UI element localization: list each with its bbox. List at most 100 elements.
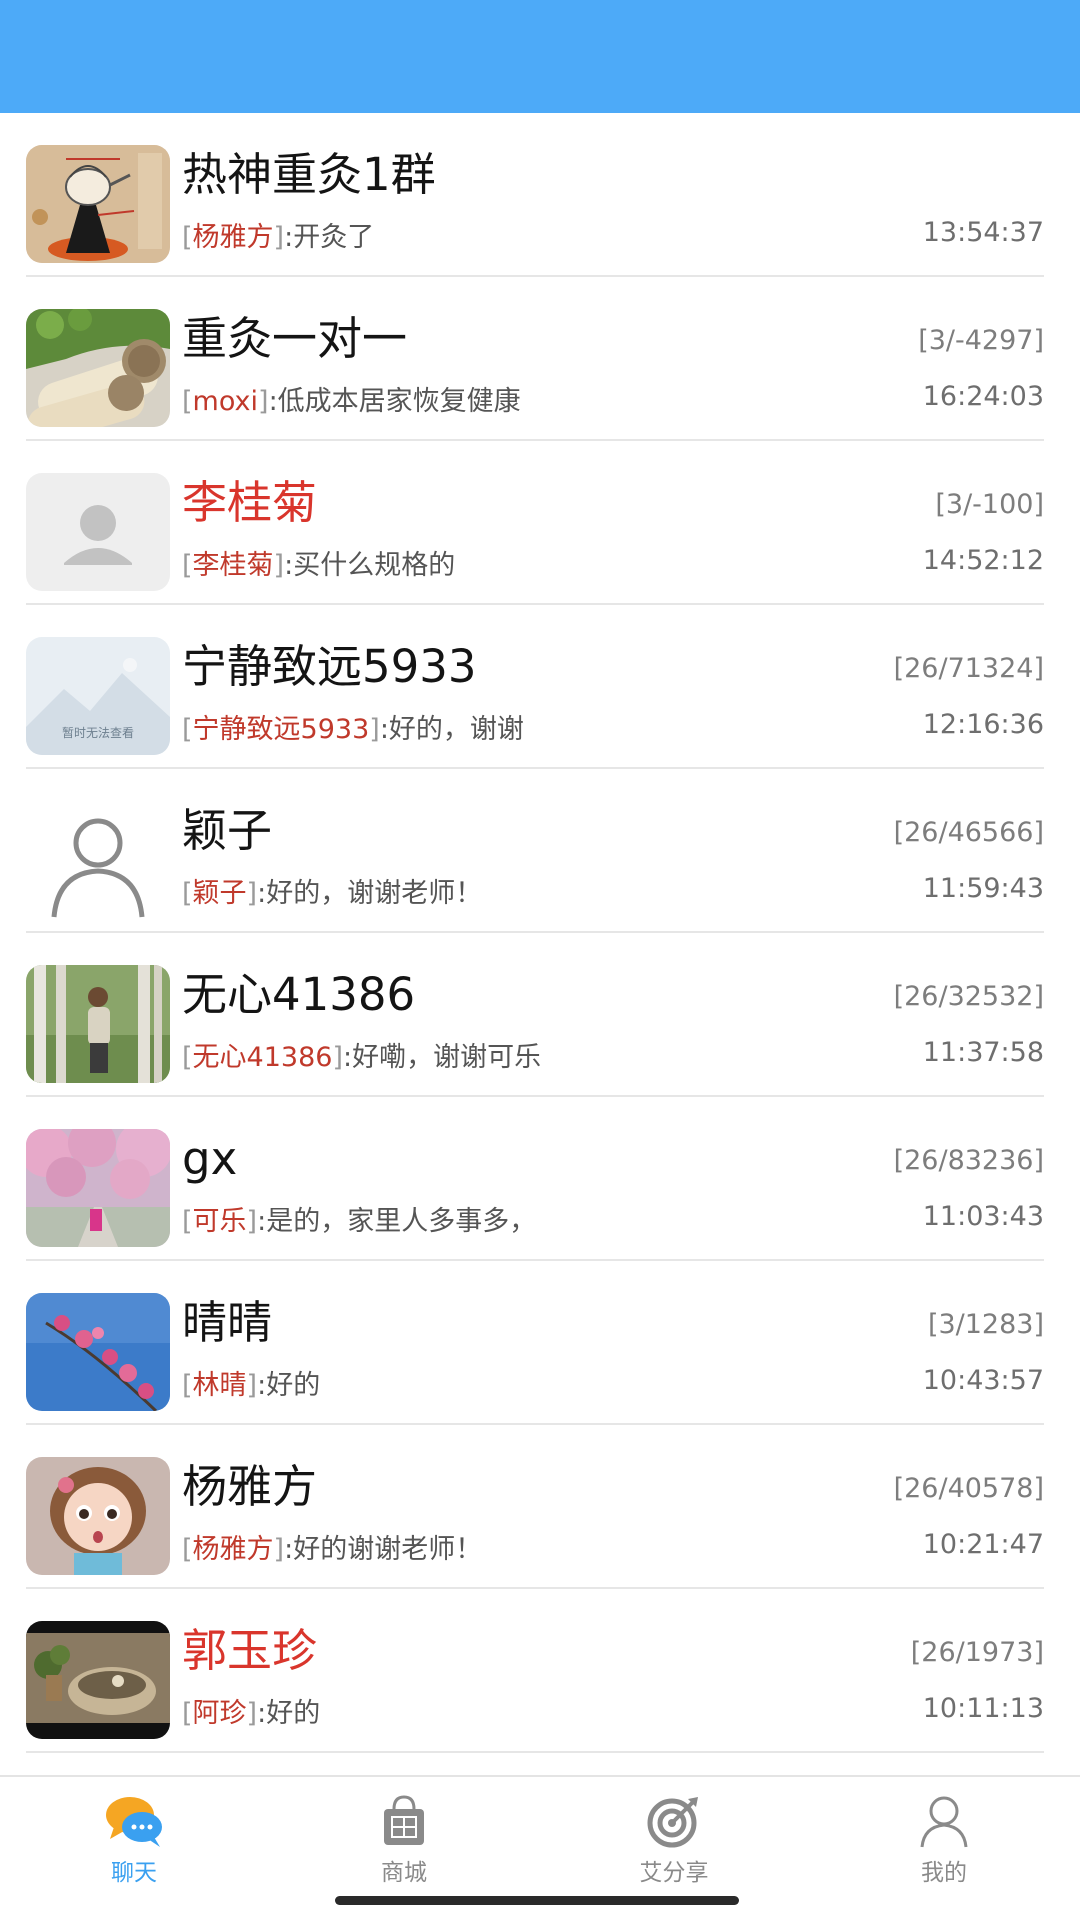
unread-count: [3/-100] [935, 489, 1044, 520]
tab-label: 商城 [381, 1860, 427, 1886]
message-text: :开灸了 [284, 222, 375, 253]
image-unavailable-icon: 暂时无法查看 [26, 637, 170, 755]
unread-count: [26/71324] [893, 653, 1044, 684]
chat-name: 颖子 [182, 804, 273, 857]
chat-avatar[interactable] [26, 801, 170, 919]
message-text: :好的，谢谢老师！ [257, 878, 483, 909]
woman-in-birch-forest-image [26, 965, 170, 1083]
chat-row[interactable]: 杨雅方 [杨雅方]:好的谢谢老师！ [26/40578] 10:21:47 [0, 1425, 1080, 1589]
message-sender: moxi [192, 386, 259, 417]
chat-name: 重灸一对一 [182, 312, 408, 365]
cherry-blossom-path-image [26, 1129, 170, 1247]
chat-last-message: [宁静致远5933]:好的，谢谢 [182, 714, 524, 745]
chat-last-message: [林晴]:好的 [182, 1370, 321, 1401]
message-text: :是的，家里人多事多， [257, 1206, 537, 1237]
chat-avatar[interactable] [26, 1621, 170, 1739]
tab-me[interactable]: 我的 [864, 1787, 1024, 1897]
chat-avatar[interactable] [26, 965, 170, 1083]
chat-avatar[interactable] [26, 145, 170, 263]
chat-name: 晴晴 [182, 1296, 273, 1349]
tab-label: 我的 [921, 1860, 967, 1886]
message-text: :好的，谢谢 [379, 714, 524, 745]
chat-row[interactable]: 重灸一对一 [moxi]:低成本居家恢复健康 [3/-4297] 16:24:0… [0, 277, 1080, 441]
tab-label: 聊天 [111, 1860, 157, 1886]
chat-name: 热神重灸1群 [182, 148, 436, 201]
chat-avatar[interactable] [26, 309, 170, 427]
message-text: :好的 [257, 1698, 321, 1729]
chat-row[interactable]: 颖子 [颖子]:好的，谢谢老师！ [26/46566] 11:59:43 [0, 769, 1080, 933]
home-indicator[interactable] [335, 1896, 739, 1905]
user-icon [920, 1796, 968, 1848]
chat-avatar[interactable]: 暂时无法查看 [26, 637, 170, 755]
message-sender: 林晴 [192, 1370, 247, 1401]
avatar-placeholder-text: 暂时无法查看 [62, 726, 134, 740]
unread-count: [3/1283] [927, 1309, 1044, 1340]
chat-last-message: [颖子]:好的，谢谢老师！ [182, 878, 483, 909]
chat-last-message: [杨雅方]:开灸了 [182, 222, 375, 253]
message-sender: 无心41386 [192, 1042, 333, 1073]
chat-row[interactable]: 晴晴 [林晴]:好的 [3/1283] 10:43:57 [0, 1261, 1080, 1425]
row-divider [26, 1751, 1044, 1753]
message-text: :好的 [257, 1370, 321, 1401]
chat-last-message: [可乐]:是的，家里人多事多， [182, 1206, 537, 1237]
chat-time: 11:03:43 [922, 1201, 1044, 1232]
chat-name: 郭玉珍 [182, 1624, 318, 1677]
tab-share[interactable]: 艾分享 [594, 1787, 754, 1897]
chat-last-message: [杨雅方]:好的谢谢老师！ [182, 1534, 483, 1565]
unread-count: [26/83236] [893, 1145, 1044, 1176]
chat-name: 无心41386 [182, 968, 416, 1021]
top-bar [0, 0, 1080, 113]
chat-time: 11:59:43 [922, 873, 1044, 904]
cartoon-girl-image [26, 1457, 170, 1575]
teapot-diagram-image [26, 145, 170, 263]
message-sender: 可乐 [192, 1206, 247, 1237]
chat-bubbles-icon [106, 1797, 162, 1847]
message-sender: 杨雅方 [192, 222, 274, 253]
unread-count: [26/1973] [910, 1637, 1044, 1668]
chat-avatar[interactable] [26, 1129, 170, 1247]
chat-row[interactable]: 热神重灸1群 [杨雅方]:开灸了 13:54:37 [0, 113, 1080, 277]
message-text: :低成本居家恢复健康 [268, 386, 521, 417]
message-text: :好嘞，谢谢可乐 [343, 1042, 542, 1073]
chat-last-message: [无心41386]:好嘞，谢谢可乐 [182, 1042, 542, 1073]
chat-row[interactable]: 无心41386 [无心41386]:好嘞，谢谢可乐 [26/32532] 11:… [0, 933, 1080, 1097]
chat-name: 宁静致远5933 [182, 640, 477, 693]
chat-row[interactable]: 李桂菊 [李桂菊]:买什么规格的 [3/-100] 14:52:12 [0, 441, 1080, 605]
unread-count: [26/40578] [893, 1473, 1044, 1504]
chat-name: gx [182, 1132, 238, 1185]
unread-count: [26/46566] [893, 817, 1044, 848]
message-sender: 李桂菊 [192, 550, 274, 581]
chat-time: 11:37:58 [922, 1037, 1044, 1068]
chat-avatar[interactable] [26, 1293, 170, 1411]
tab-mall[interactable]: 商城 [324, 1787, 484, 1897]
chat-avatar[interactable] [26, 473, 170, 591]
pink-blossom-sky-image [26, 1293, 170, 1411]
message-text: :买什么规格的 [284, 550, 456, 581]
moxa-rolls-image [26, 309, 170, 427]
chat-time: 16:24:03 [922, 381, 1044, 412]
tab-chat[interactable]: 聊天 [54, 1787, 214, 1897]
message-sender: 杨雅方 [192, 1534, 274, 1565]
chat-row[interactable]: 暂时无法查看 宁静致远5933 [宁静致远5933]:好的，谢谢 [26/713… [0, 605, 1080, 769]
outline-person-icon [26, 801, 170, 919]
chat-list: 热神重灸1群 [杨雅方]:开灸了 13:54:37 重灸一对一 [moxi]:低… [0, 113, 1080, 1753]
unread-count: [26/32532] [893, 981, 1044, 1012]
chat-time: 10:11:13 [922, 1693, 1044, 1724]
message-text: :好的谢谢老师！ [284, 1534, 483, 1565]
chat-time: 12:16:36 [922, 709, 1044, 740]
chat-avatar[interactable] [26, 1457, 170, 1575]
chat-row[interactable]: 郭玉珍 [阿珍]:好的 [26/1973] 10:11:13 [0, 1589, 1080, 1753]
unread-count: [3/-4297] [918, 325, 1044, 356]
default-person-icon [26, 473, 170, 591]
message-sender: 宁静致远5933 [192, 714, 370, 745]
shopping-bag-icon [384, 1795, 424, 1845]
plant-in-bowl-image [26, 1621, 170, 1739]
chat-last-message: [moxi]:低成本居家恢复健康 [182, 386, 521, 417]
chat-row[interactable]: gx [可乐]:是的，家里人多事多， [26/83236] 11:03:43 [0, 1097, 1080, 1261]
chat-name: 杨雅方 [182, 1460, 318, 1513]
tab-label: 艾分享 [639, 1860, 709, 1886]
chat-time: 10:21:47 [922, 1529, 1044, 1560]
chat-time: 14:52:12 [922, 545, 1044, 576]
message-sender: 颖子 [192, 878, 247, 909]
chat-time: 13:54:37 [922, 217, 1044, 248]
